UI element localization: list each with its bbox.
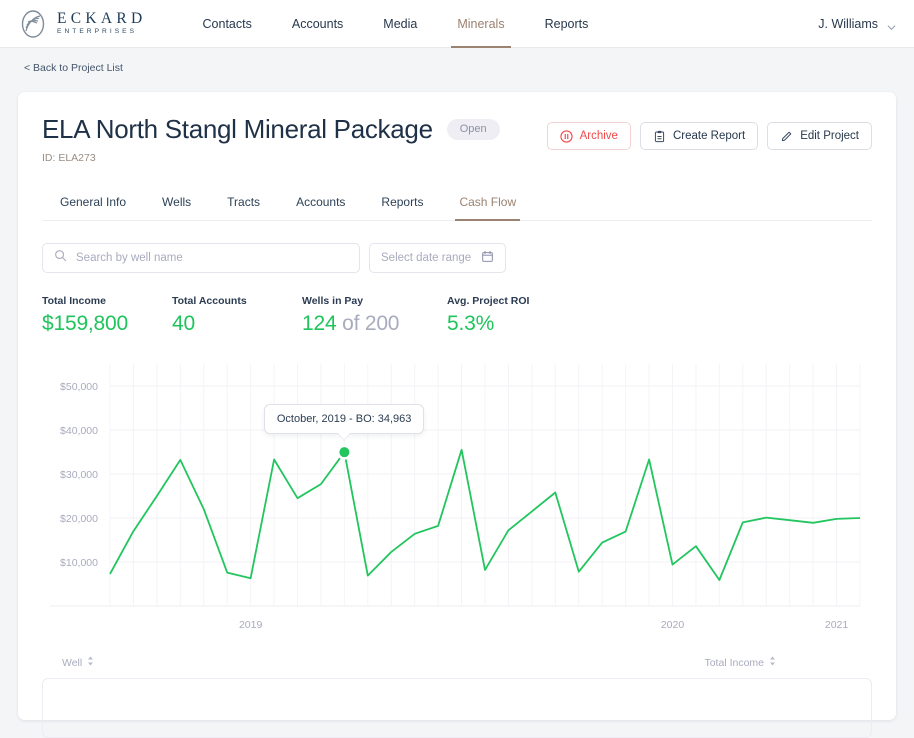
tab-general-info[interactable]: General Info bbox=[42, 186, 144, 220]
stat-value: $159,800 bbox=[42, 312, 172, 336]
stat-value: 124 of 200 bbox=[302, 312, 447, 336]
tab-wells[interactable]: Wells bbox=[144, 186, 209, 220]
top-navigation-bar: ECKARD ENTERPRISES Contacts Accounts Med… bbox=[0, 0, 914, 48]
stat-value-main: 5.3% bbox=[447, 312, 494, 335]
tab-reports[interactable]: Reports bbox=[363, 186, 441, 220]
clipboard-icon bbox=[653, 130, 666, 143]
project-header: ELA North Stangl Mineral Package Open ID… bbox=[42, 114, 872, 164]
project-action-buttons: Archive Create Report bbox=[547, 114, 872, 150]
brand-tagline: ENTERPRISES bbox=[57, 29, 147, 36]
pause-circle-icon bbox=[560, 130, 573, 143]
leaf-oval-logo-icon bbox=[18, 9, 48, 39]
column-header-total-income[interactable]: Total Income bbox=[704, 656, 776, 669]
project-id-label: ID: ELA273 bbox=[42, 152, 547, 164]
main-nav: Contacts Accounts Media Minerals Reports bbox=[183, 0, 609, 48]
cash-flow-line-chart-svg[interactable]: $50,000 $40,000 $30,000 $20,000 $10,000 2019 2… bbox=[42, 354, 872, 644]
nav-item-accounts[interactable]: Accounts bbox=[272, 0, 363, 48]
page-title: ELA North Stangl Mineral Package bbox=[42, 114, 433, 145]
pencil-icon bbox=[780, 130, 793, 143]
edit-project-button[interactable]: Edit Project bbox=[767, 122, 872, 150]
chart-tooltip-label: October, 2019 - BO: 34,963 bbox=[277, 413, 412, 425]
chart-highlight-point bbox=[339, 447, 349, 457]
stat-wells-in-pay: Wells in Pay 124 of 200 bbox=[302, 295, 447, 336]
stat-value-main: $159,800 bbox=[42, 312, 128, 335]
date-range-picker[interactable]: Select date range bbox=[369, 243, 506, 273]
y-axis-tick-label: $10,000 bbox=[60, 557, 98, 569]
search-input[interactable] bbox=[76, 252, 348, 264]
y-axis-tick-label: $20,000 bbox=[60, 513, 98, 525]
wells-table-header: Well Total Income bbox=[42, 656, 872, 669]
column-header-well-label: Well bbox=[62, 657, 82, 669]
nav-item-minerals[interactable]: Minerals bbox=[437, 0, 524, 48]
stat-value-main: 40 bbox=[172, 312, 195, 335]
brand-logo[interactable]: ECKARD ENTERPRISES bbox=[18, 9, 147, 39]
wells-table-body bbox=[42, 678, 872, 738]
x-axis-tick-label: 2021 bbox=[825, 619, 849, 631]
x-axis-tick-label: 2020 bbox=[661, 619, 685, 631]
stat-label: Wells in Pay bbox=[302, 295, 447, 307]
tab-cash-flow[interactable]: Cash Flow bbox=[441, 186, 534, 220]
chart-tooltip: October, 2019 - BO: 34,963 bbox=[264, 404, 425, 434]
create-report-button[interactable]: Create Report bbox=[640, 122, 758, 150]
stat-total-accounts: Total Accounts 40 bbox=[172, 295, 302, 336]
sort-arrows-icon bbox=[87, 656, 94, 669]
stat-label: Total Income bbox=[42, 295, 172, 307]
archive-button[interactable]: Archive bbox=[547, 122, 631, 150]
chevron-down-icon bbox=[887, 19, 896, 28]
stat-value: 40 bbox=[172, 312, 302, 336]
nav-item-reports[interactable]: Reports bbox=[525, 0, 609, 48]
x-axis-tick-label: 2019 bbox=[239, 619, 263, 631]
stat-value-main: 124 bbox=[302, 312, 336, 335]
filter-bar: Select date range bbox=[42, 243, 872, 273]
back-to-project-list-link[interactable]: < Back to Project List bbox=[24, 62, 123, 74]
stat-avg-project-roi: Avg. Project ROI 5.3% bbox=[447, 295, 577, 336]
cash-flow-chart: $50,000 $40,000 $30,000 $20,000 $10,000 2019 2… bbox=[42, 354, 872, 644]
nav-item-contacts[interactable]: Contacts bbox=[183, 0, 272, 48]
stat-total-income: Total Income $159,800 bbox=[42, 295, 172, 336]
tab-tracts[interactable]: Tracts bbox=[209, 186, 278, 220]
stat-value: 5.3% bbox=[447, 312, 577, 336]
search-input-wrapper[interactable] bbox=[42, 243, 360, 273]
column-header-well[interactable]: Well bbox=[62, 656, 94, 669]
edit-project-button-label: Edit Project bbox=[800, 130, 859, 142]
stat-value-suffix: of 200 bbox=[336, 312, 399, 335]
nav-item-media[interactable]: Media bbox=[363, 0, 437, 48]
project-detail-card: ELA North Stangl Mineral Package Open ID… bbox=[18, 92, 896, 720]
search-icon bbox=[54, 249, 67, 267]
calendar-icon bbox=[481, 250, 494, 266]
user-menu[interactable]: J. Williams bbox=[818, 17, 896, 31]
stat-label: Total Accounts bbox=[172, 295, 302, 307]
brand-name: ECKARD bbox=[57, 11, 147, 27]
tab-accounts[interactable]: Accounts bbox=[278, 186, 363, 220]
column-header-total-income-label: Total Income bbox=[704, 657, 764, 669]
stat-label: Avg. Project ROI bbox=[447, 295, 577, 307]
archive-button-label: Archive bbox=[580, 130, 618, 142]
user-name-label: J. Williams bbox=[818, 17, 878, 31]
status-badge: Open bbox=[447, 119, 500, 140]
project-tabs: General Info Wells Tracts Accounts Repor… bbox=[42, 186, 872, 221]
summary-stats: Total Income $159,800 Total Accounts 40 … bbox=[42, 295, 872, 336]
sort-arrows-icon bbox=[769, 656, 776, 669]
y-axis-tick-label: $50,000 bbox=[60, 381, 98, 393]
create-report-button-label: Create Report bbox=[673, 130, 745, 142]
y-axis-tick-label: $40,000 bbox=[60, 425, 98, 437]
y-axis-tick-label: $30,000 bbox=[60, 469, 98, 481]
date-range-label: Select date range bbox=[381, 252, 471, 264]
